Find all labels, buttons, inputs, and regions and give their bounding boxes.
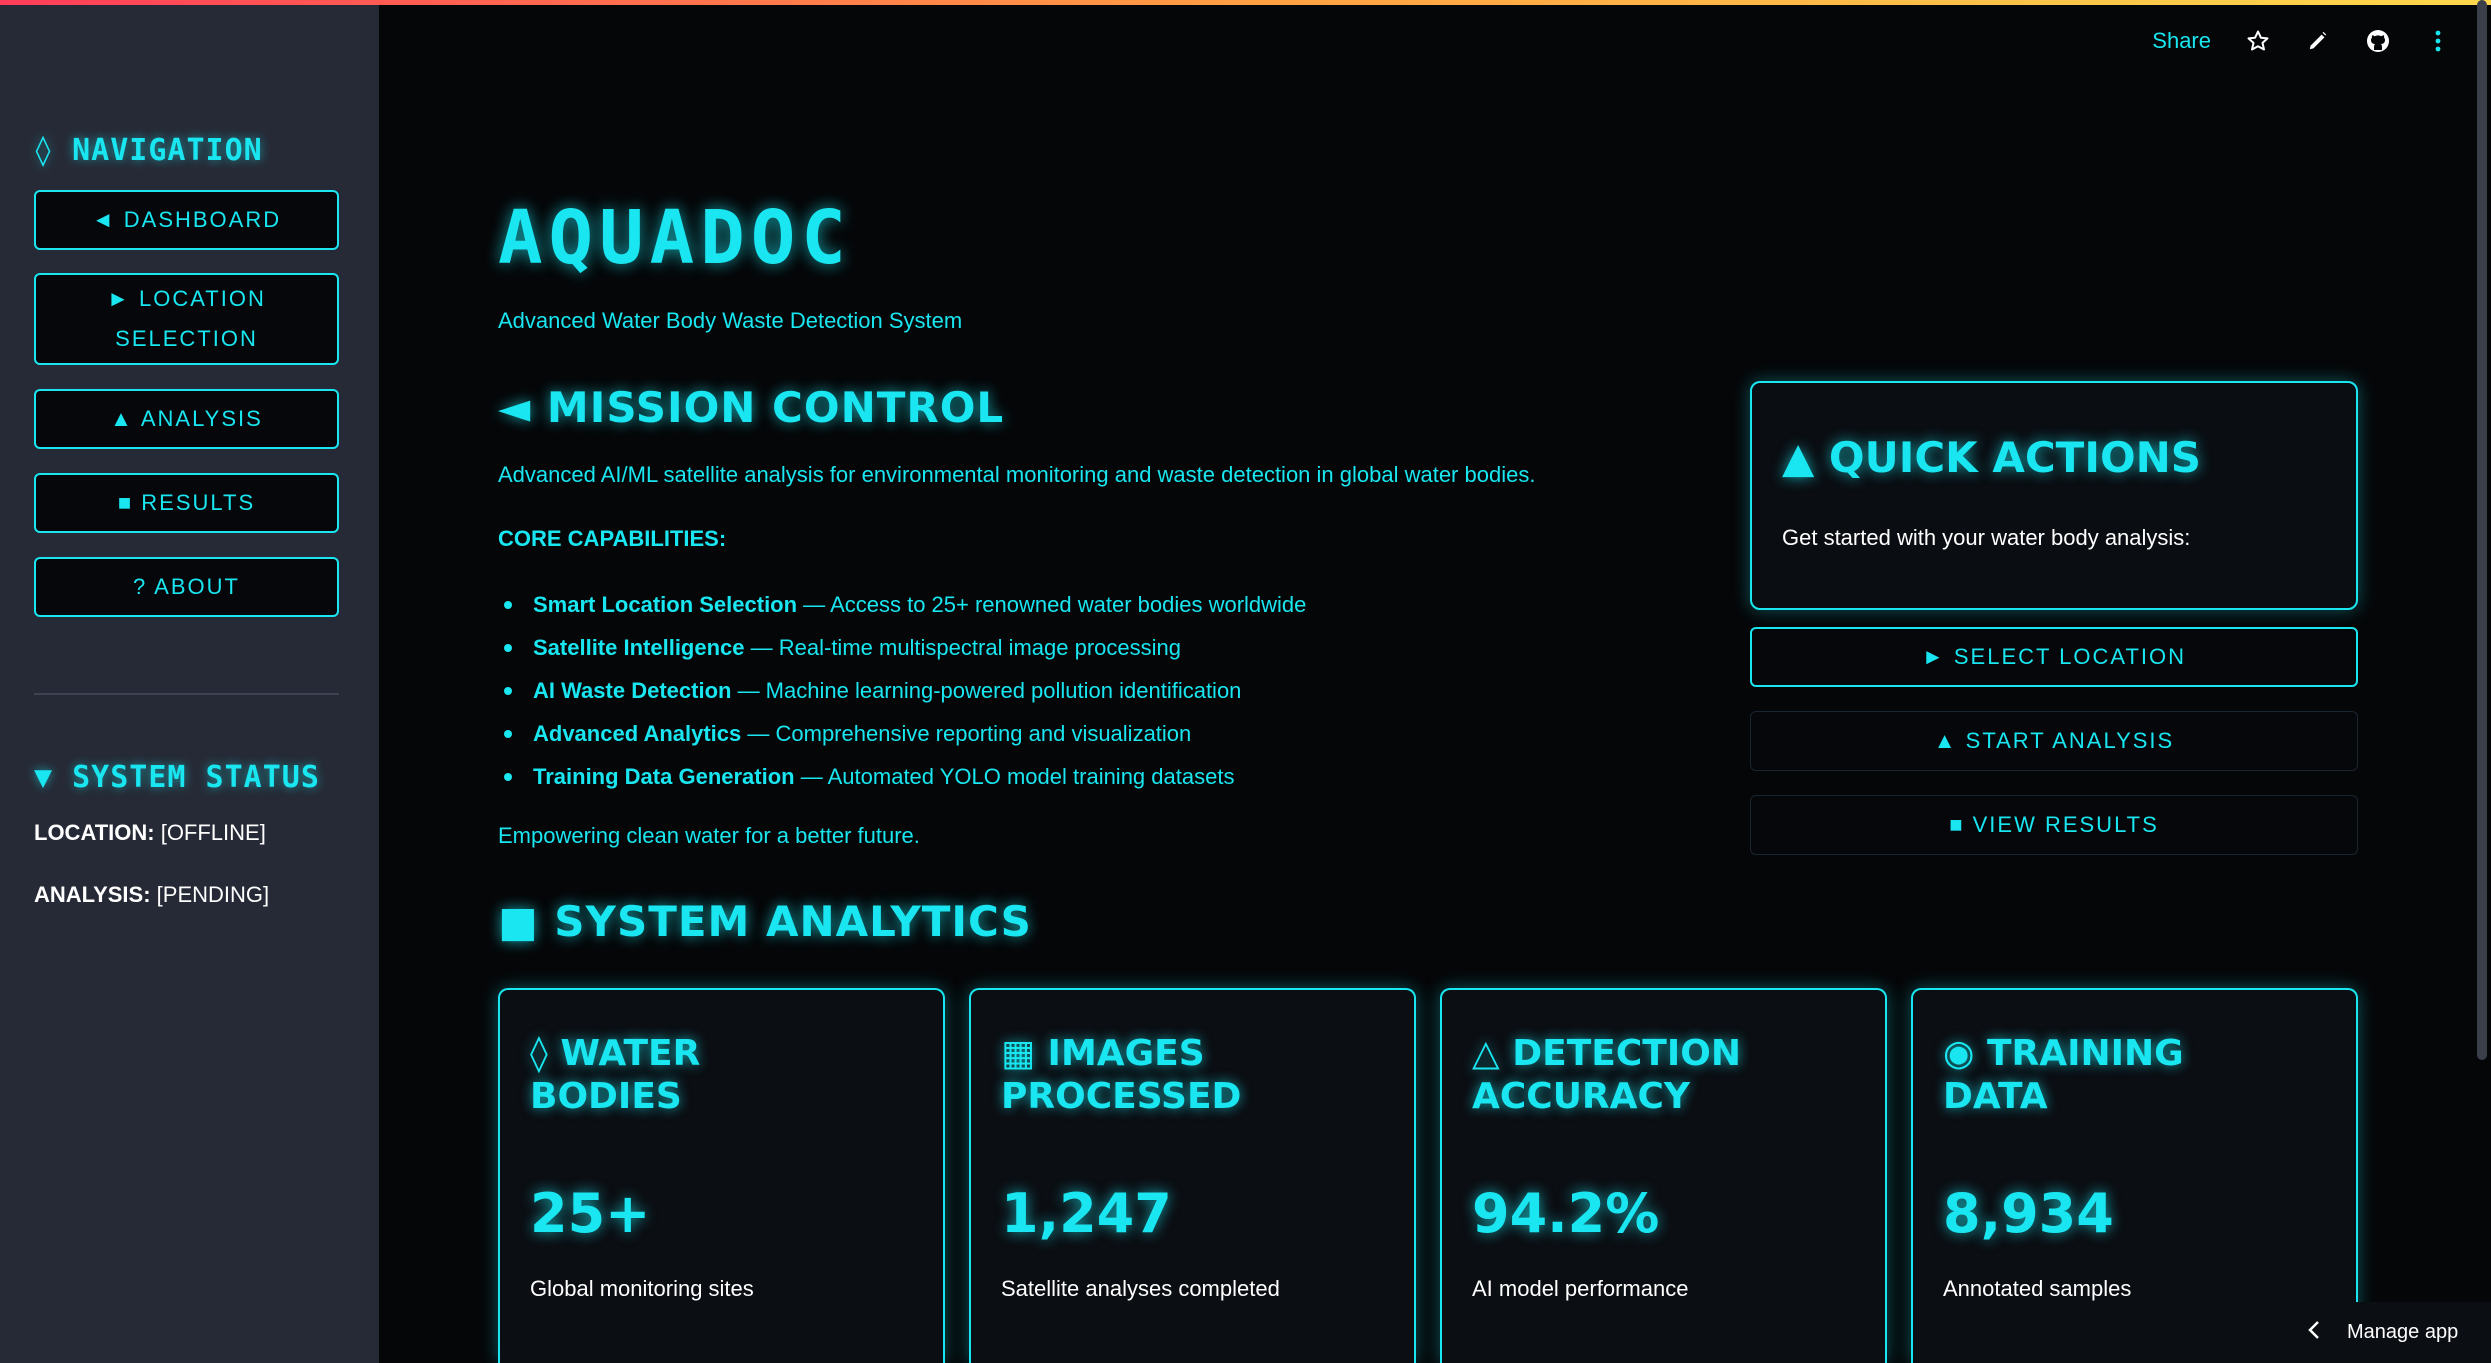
quick-actions-text: Get started with your water body analysi… — [1782, 525, 2191, 550]
system-analytics-heading: ■ SYSTEM ANALYTICS — [498, 897, 1032, 946]
view-results-button[interactable]: ■ VIEW RESULTS — [1750, 795, 2358, 855]
sidebar-item-dashboard[interactable]: ◄ DASHBOARD — [34, 190, 339, 250]
navigation-heading: ◊ NAVIGATION — [34, 133, 263, 168]
edit-icon[interactable] — [2305, 28, 2331, 54]
metric-title: ◉ TRAINING DATA — [1943, 1033, 2184, 1117]
metric-description: Global monitoring sites — [530, 1276, 754, 1301]
status-location: LOCATION: [OFFLINE] — [34, 820, 266, 846]
quick-actions-heading: ▲ QUICK ACTIONS — [1782, 433, 2202, 482]
mission-description: Advanced AI/ML satellite analysis for en… — [498, 462, 1536, 487]
share-button[interactable]: Share — [2152, 28, 2211, 54]
top-toolbar: Share — [2152, 28, 2451, 54]
github-icon[interactable] — [2365, 28, 2391, 54]
capability-name: Training Data Generation — [533, 764, 795, 789]
list-item: Advanced Analytics — Comprehensive repor… — [498, 712, 1306, 755]
status-location-label: LOCATION: — [34, 820, 155, 845]
capability-desc: — Comprehensive reporting and visualizat… — [741, 721, 1192, 746]
capabilities-list: Smart Location Selection — Access to 25+… — [498, 583, 1306, 798]
start-analysis-button[interactable]: ▲ START ANALYSIS — [1750, 711, 2358, 771]
sidebar: ◊ NAVIGATION ◄ DASHBOARD ► LOCATION SELE… — [0, 5, 379, 1363]
status-analysis: ANALYSIS: [PENDING] — [34, 882, 269, 908]
metric-card-images-processed: ▦ IMAGES PROCESSED 1,247 Satellite analy… — [969, 988, 1416, 1363]
manage-app-button[interactable]: Manage app — [2275, 1302, 2491, 1363]
status-location-value: [OFFLINE] — [160, 820, 266, 845]
metric-value: 25+ — [530, 1182, 651, 1245]
sidebar-item-about[interactable]: ? ABOUT — [34, 557, 339, 617]
tagline: Empowering clean water for a better futu… — [498, 823, 920, 848]
chevron-left-icon — [2307, 1320, 2321, 1346]
system-status-heading: ▼ SYSTEM STATUS — [34, 760, 320, 795]
metric-title: ◊ WATER BODIES — [530, 1033, 701, 1117]
metric-card-water-bodies: ◊ WATER BODIES 25+ Global monitoring sit… — [498, 988, 945, 1363]
sidebar-item-results[interactable]: ■ RESULTS — [34, 473, 339, 533]
capability-name: Satellite Intelligence — [533, 635, 745, 660]
metric-value: 8,934 — [1943, 1182, 2114, 1245]
sidebar-item-location-selection[interactable]: ► LOCATION SELECTION — [34, 273, 339, 365]
select-location-button[interactable]: ► SELECT LOCATION — [1750, 627, 2358, 687]
capability-desc: — Machine learning-powered pollution ide… — [731, 678, 1242, 703]
manage-app-label: Manage app — [2347, 1321, 2459, 1343]
list-item: Smart Location Selection — Access to 25+… — [498, 583, 1306, 626]
mission-control-heading: ◄ MISSION CONTROL — [498, 383, 1005, 432]
page-scrollbar[interactable] — [2477, 0, 2487, 1060]
capabilities-heading: CORE CAPABILITIES: — [498, 526, 727, 551]
list-item: AI Waste Detection — Machine learning-po… — [498, 669, 1306, 712]
metric-title: △ DETECTION ACCURACY — [1472, 1033, 1741, 1117]
list-item: Satellite Intelligence — Real-time multi… — [498, 626, 1306, 669]
metric-description: Satellite analyses completed — [1001, 1276, 1280, 1301]
metric-value: 94.2% — [1472, 1182, 1660, 1245]
more-icon[interactable] — [2425, 28, 2451, 54]
list-item: Training Data Generation — Automated YOL… — [498, 755, 1306, 798]
capability-desc: — Access to 25+ renowned water bodies wo… — [797, 592, 1307, 617]
capability-desc: — Real-time multispectral image processi… — [744, 635, 1182, 660]
capability-name: Smart Location Selection — [533, 592, 798, 617]
status-analysis-value: [PENDING] — [156, 882, 270, 907]
metric-value: 1,247 — [1001, 1182, 1172, 1245]
sidebar-item-analysis[interactable]: ▲ ANALYSIS — [34, 389, 339, 449]
page-title: AQUADOC — [498, 195, 852, 281]
sidebar-divider — [34, 693, 339, 695]
metric-card-detection-accuracy: △ DETECTION ACCURACY 94.2% AI model perf… — [1440, 988, 1887, 1363]
metric-description: Annotated samples — [1943, 1276, 2132, 1301]
metric-title: ▦ IMAGES PROCESSED — [1001, 1033, 1242, 1117]
capability-name: AI Waste Detection — [533, 678, 732, 703]
page-subtitle: Advanced Water Body Waste Detection Syst… — [498, 308, 963, 333]
status-analysis-label: ANALYSIS: — [34, 882, 151, 907]
star-icon[interactable] — [2245, 28, 2271, 54]
metric-description: AI model performance — [1472, 1276, 1689, 1301]
quick-actions-card: ▲ QUICK ACTIONS Get started with your wa… — [1750, 381, 2358, 610]
capability-desc: — Automated YOLO model training datasets — [794, 764, 1235, 789]
capability-name: Advanced Analytics — [533, 721, 742, 746]
